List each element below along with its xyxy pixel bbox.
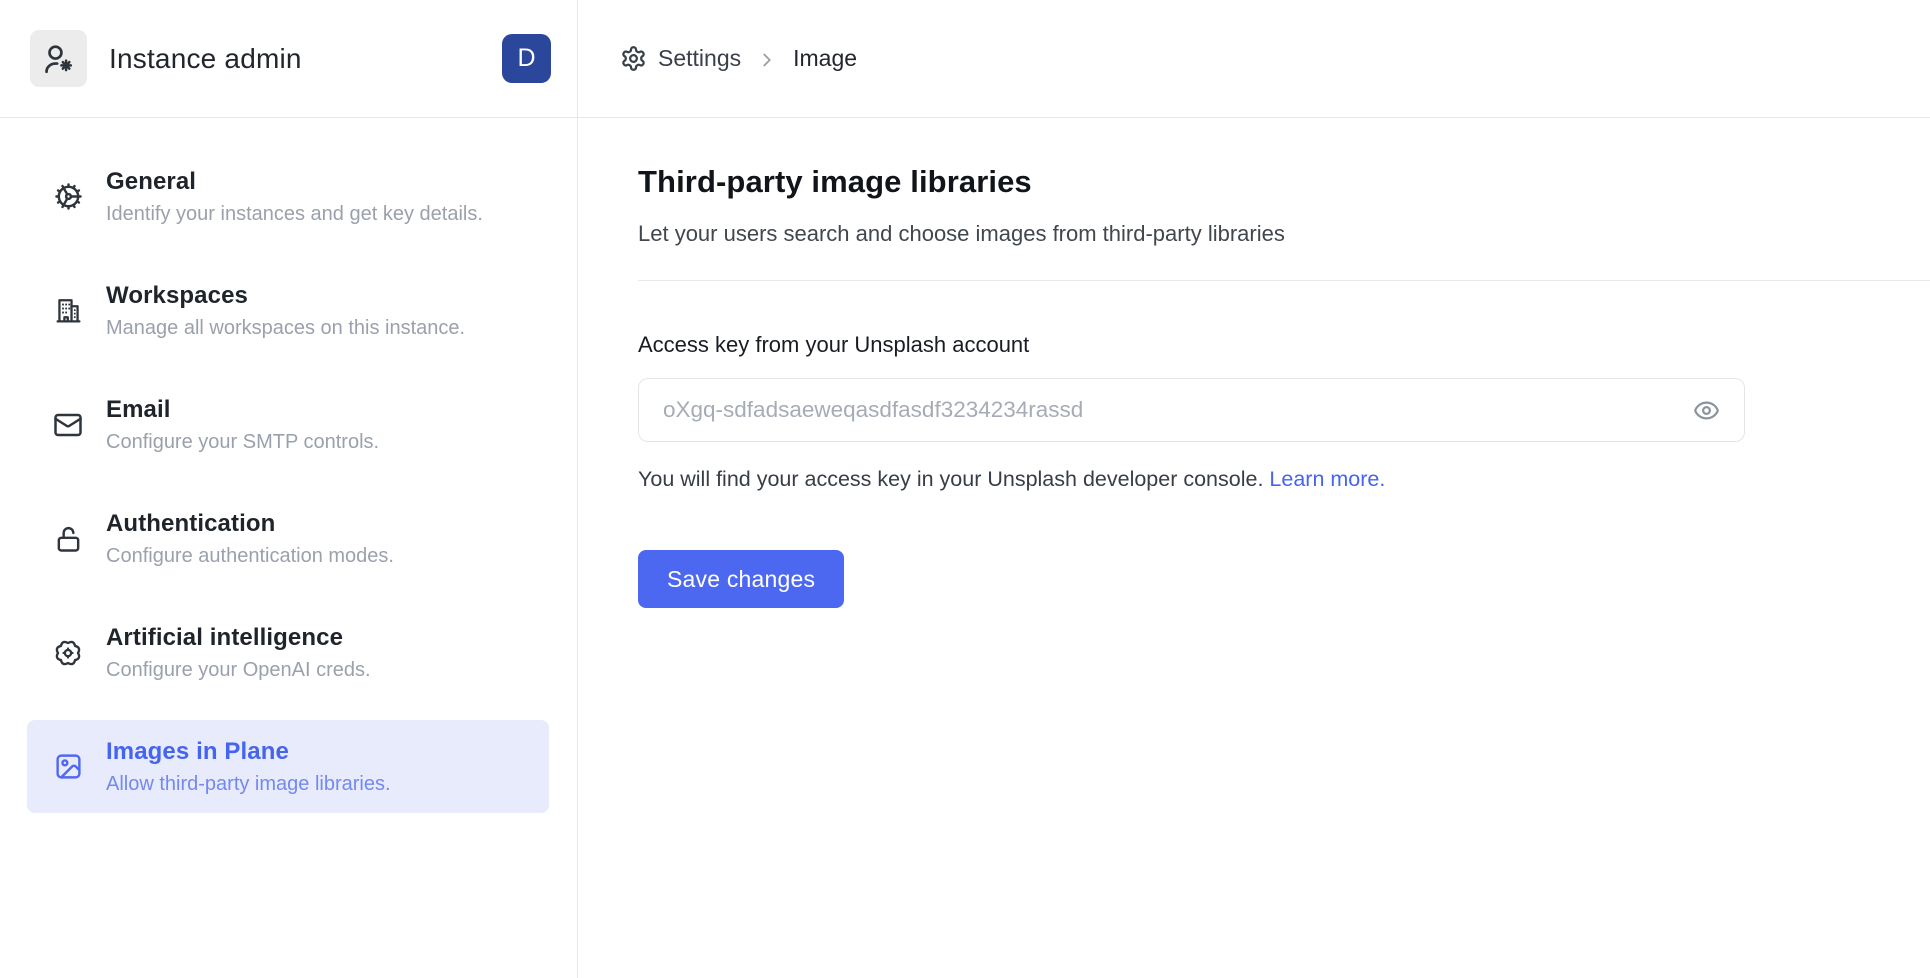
sidebar-item-artificial-intelligence[interactable]: Artificial intelligence Configure your O… [27, 606, 549, 699]
lock-icon [53, 524, 83, 554]
image-icon [53, 752, 83, 781]
sidebar-item-text: Email Configure your SMTP controls. [106, 396, 379, 454]
instance-admin-app: Instance admin D Settings Image [0, 0, 1930, 978]
instance-admin-home-button[interactable] [30, 30, 87, 87]
page-subtitle: Let your users search and choose images … [638, 221, 1930, 247]
building-icon [53, 295, 83, 326]
sidebar-item-description: Identify your instances and get key deta… [106, 203, 483, 226]
sidebar-header: Instance admin D [0, 0, 578, 118]
page-title: Third-party image libraries [638, 164, 1930, 200]
sidebar-item-description: Manage all workspaces on this instance. [106, 317, 465, 340]
sidebar-item-description: Configure your OpenAI creds. [106, 659, 371, 682]
sidebar-item-workspaces[interactable]: Workspaces Manage all workspaces on this… [27, 264, 549, 357]
user-cog-icon [42, 42, 76, 76]
breadcrumb-settings[interactable]: Settings [658, 45, 741, 72]
sidebar-item-label: Email [106, 396, 379, 424]
sidebar-item-description: Allow third-party image libraries. [106, 773, 391, 796]
access-key-help: You will find your access key in your Un… [638, 467, 1930, 492]
sidebar-item-text: General Identify your instances and get … [106, 168, 483, 226]
chevron-right-icon [756, 49, 778, 71]
eye-icon [1693, 397, 1720, 424]
user-avatar[interactable]: D [502, 34, 551, 83]
sidebar-item-description: Configure authentication modes. [106, 545, 394, 568]
sidebar-item-label: Images in Plane [106, 738, 391, 766]
sidebar-item-general[interactable]: General Identify your instances and get … [27, 150, 549, 243]
sidebar-item-description: Configure your SMTP controls. [106, 431, 379, 454]
access-key-input[interactable] [663, 397, 1689, 423]
toggle-visibility-button[interactable] [1689, 393, 1724, 428]
help-text: You will find your access key in your Un… [638, 467, 1263, 491]
settings-gear-icon [620, 45, 647, 72]
sidebar-item-label: General [106, 168, 483, 196]
access-key-label: Access key from your Unsplash account [638, 332, 1930, 358]
sidebar-item-authentication[interactable]: Authentication Configure authentication … [27, 492, 549, 585]
save-changes-button[interactable]: Save changes [638, 550, 844, 608]
mail-icon [53, 410, 83, 440]
app-title: Instance admin [109, 43, 302, 75]
sidebar-item-label: Artificial intelligence [106, 624, 371, 652]
section-divider [638, 280, 1930, 281]
sidebar-item-text: Authentication Configure authentication … [106, 510, 394, 568]
breadcrumb-image: Image [793, 45, 857, 72]
breadcrumb: Settings Image [578, 0, 1930, 118]
sidebar-item-email[interactable]: Email Configure your SMTP controls. [27, 378, 549, 471]
sidebar-item-text: Workspaces Manage all workspaces on this… [106, 282, 465, 340]
sidebar-item-text: Artificial intelligence Configure your O… [106, 624, 371, 682]
cog-icon [53, 182, 83, 211]
settings-sidebar: General Identify your instances and get … [0, 118, 578, 978]
sidebar-item-text: Images in Plane Allow third-party image … [106, 738, 391, 796]
brain-cog-icon [53, 638, 83, 668]
sidebar-item-label: Workspaces [106, 282, 465, 310]
sidebar-item-label: Authentication [106, 510, 394, 538]
sidebar-item-images-in-plane[interactable]: Images in Plane Allow third-party image … [27, 720, 549, 813]
access-key-input-wrapper [638, 378, 1745, 442]
learn-more-link[interactable]: Learn more. [1269, 467, 1385, 491]
image-settings-panel: Third-party image libraries Let your use… [578, 118, 1930, 978]
